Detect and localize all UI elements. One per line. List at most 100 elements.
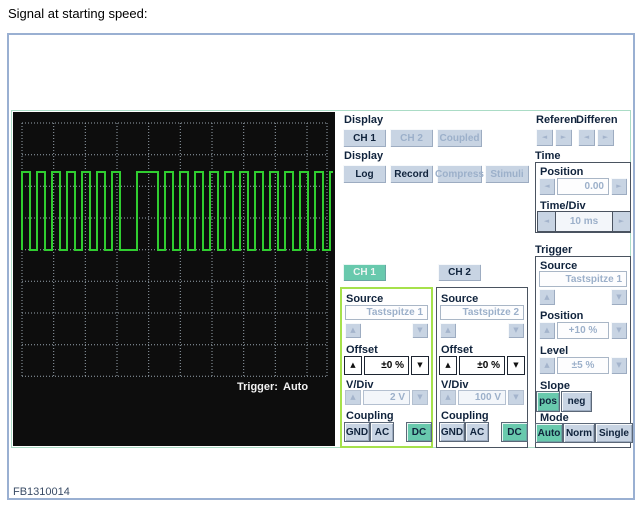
- mode-single-button[interactable]: Single: [595, 423, 633, 443]
- record-button[interactable]: Record: [390, 165, 433, 183]
- display-ch1-button[interactable]: CH 1: [343, 129, 386, 147]
- trigger-position-up-button[interactable]: ▲: [539, 322, 555, 339]
- time-position-increase-button[interactable]: ►: [611, 178, 627, 195]
- ch1-coupling-dc-button[interactable]: DC: [406, 422, 432, 442]
- ch1-vdiv-down-button[interactable]: ▼: [412, 390, 428, 405]
- difference-prev-button[interactable]: ◄: [578, 129, 595, 146]
- arrow-up-icon: ▲: [544, 294, 549, 301]
- ch1-offset-down-button[interactable]: ▼: [411, 356, 429, 375]
- arrow-left-icon: ◄: [584, 134, 589, 141]
- display-mode-label: Display: [344, 150, 383, 162]
- arrow-up-icon: ▲: [350, 394, 355, 401]
- ch2-offset-label: Offset: [441, 344, 473, 356]
- trigger-position-down-button[interactable]: ▼: [611, 322, 627, 339]
- arrow-down-icon: ▼: [616, 294, 621, 301]
- ch1-coupling-gnd-button[interactable]: GND: [344, 422, 370, 442]
- ch2-coupling-dc-button[interactable]: DC: [501, 422, 528, 442]
- ch2-vdiv-spinner: ▲ 100 V ▼: [440, 390, 524, 405]
- trigger-source-down-button[interactable]: ▼: [611, 289, 627, 305]
- trigger-position-value: +10 %: [557, 322, 609, 339]
- arrow-down-icon: ▼: [417, 362, 422, 369]
- trigger-level-value: ±5 %: [557, 357, 609, 374]
- timediv-spinner: ◄ 10 ms ►: [537, 211, 631, 232]
- arrow-down-icon: ▼: [513, 362, 518, 369]
- ch2-vdiv-down-button[interactable]: ▼: [508, 390, 524, 405]
- ch1-source-label: Source: [346, 293, 383, 305]
- reference-next-button[interactable]: ►: [555, 129, 572, 146]
- trigger-level-down-button[interactable]: ▼: [611, 357, 627, 374]
- ch1-coupling-ac-button[interactable]: AC: [370, 422, 394, 442]
- reference-prev-button[interactable]: ◄: [536, 129, 553, 146]
- difference-next-button[interactable]: ►: [597, 129, 614, 146]
- arrow-up-icon: ▲: [350, 327, 355, 334]
- ch2-vdiv-up-button[interactable]: ▲: [440, 390, 456, 405]
- ch1-source-up-button[interactable]: ▲: [345, 323, 361, 338]
- ch2-source-label: Source: [441, 293, 478, 305]
- time-position-value: 0.00: [557, 178, 609, 195]
- mode-auto-button[interactable]: Auto: [535, 423, 563, 443]
- ch2-coupling-gnd-button[interactable]: GND: [439, 422, 465, 442]
- arrow-down-icon: ▼: [417, 327, 422, 334]
- arrow-up-icon: ▲: [445, 327, 450, 334]
- ch1-offset-up-button[interactable]: ▲: [344, 356, 362, 375]
- ch1-offset-label: Offset: [346, 344, 378, 356]
- arrow-up-icon: ▲: [445, 394, 450, 401]
- tab-ch1[interactable]: CH 1: [343, 264, 386, 281]
- time-position-label: Position: [540, 166, 583, 178]
- compress-button[interactable]: Compress: [437, 165, 482, 183]
- trigger-readout-label: Trigger:: [237, 381, 278, 393]
- arrow-left-icon: ◄: [544, 183, 549, 190]
- ch1-coupling-label: Coupling: [346, 410, 394, 422]
- ch1-offset-spinner: ▲ ±0 % ▼: [344, 356, 429, 375]
- timediv-value: 10 ms: [556, 212, 612, 231]
- ch1-offset-value: ±0 %: [364, 356, 409, 375]
- arrow-right-icon: ►: [616, 183, 621, 190]
- page-title: Signal at starting speed:: [8, 6, 147, 21]
- trigger-source-value: Tastspitze 1: [539, 271, 627, 287]
- stimuli-button[interactable]: Stimuli: [485, 165, 529, 183]
- ch1-vdiv-value: 2 V: [363, 390, 410, 405]
- timediv-decrease-button[interactable]: ◄: [538, 212, 556, 231]
- ch1-source-value: Tastspitze 1: [345, 305, 428, 320]
- display-ch2-button[interactable]: CH 2: [390, 129, 433, 147]
- arrow-right-icon: ►: [603, 134, 608, 141]
- time-label: Time: [535, 150, 560, 162]
- oscilloscope-screen: Trigger: Auto: [13, 112, 335, 446]
- timediv-increase-button[interactable]: ►: [612, 212, 630, 231]
- ch1-source-down-button[interactable]: ▼: [412, 323, 428, 338]
- arrow-right-icon: ►: [619, 218, 624, 225]
- ch2-coupling-label: Coupling: [441, 410, 489, 422]
- ch2-source-up-button[interactable]: ▲: [440, 323, 456, 338]
- arrow-down-icon: ▼: [417, 394, 422, 401]
- ch2-offset-spinner: ▲ ±0 % ▼: [439, 356, 525, 375]
- ch2-offset-up-button[interactable]: ▲: [439, 356, 457, 375]
- arrow-left-icon: ◄: [542, 134, 547, 141]
- trigger-level-up-button[interactable]: ▲: [539, 357, 555, 374]
- ch2-source-down-button[interactable]: ▼: [508, 323, 524, 338]
- reference-label: Referen: [536, 114, 577, 126]
- arrow-left-icon: ◄: [544, 218, 549, 225]
- time-position-decrease-button[interactable]: ◄: [539, 178, 555, 195]
- difference-label: Differen: [576, 114, 618, 126]
- page: { "title": "Signal at starting speed:", …: [0, 0, 642, 516]
- log-button[interactable]: Log: [343, 165, 386, 183]
- display-coupled-button[interactable]: Coupled: [437, 129, 482, 147]
- tab-ch2[interactable]: CH 2: [438, 264, 481, 281]
- ch1-vdiv-up-button[interactable]: ▲: [345, 390, 361, 405]
- slope-pos-button[interactable]: pos: [536, 391, 560, 412]
- ch2-offset-down-button[interactable]: ▼: [507, 356, 525, 375]
- trigger-source-up-button[interactable]: ▲: [539, 289, 555, 305]
- arrow-down-icon: ▼: [616, 362, 621, 369]
- trigger-position-label: Position: [540, 310, 583, 322]
- ch1-panel: Source Tastspitze 1 ▲ ▼ Offset ▲ ±0 % ▼ …: [340, 287, 433, 448]
- slope-neg-button[interactable]: neg: [561, 391, 592, 412]
- waveform-display: [13, 112, 335, 446]
- trigger-level-label: Level: [540, 345, 568, 357]
- arrow-down-icon: ▼: [616, 327, 621, 334]
- trigger-readout-value: Auto: [283, 381, 308, 393]
- arrow-down-icon: ▼: [513, 327, 518, 334]
- mode-norm-button[interactable]: Norm: [563, 423, 595, 443]
- ch2-coupling-ac-button[interactable]: AC: [465, 422, 489, 442]
- display-channels-label: Display: [344, 114, 383, 126]
- arrow-up-icon: ▲: [544, 327, 549, 334]
